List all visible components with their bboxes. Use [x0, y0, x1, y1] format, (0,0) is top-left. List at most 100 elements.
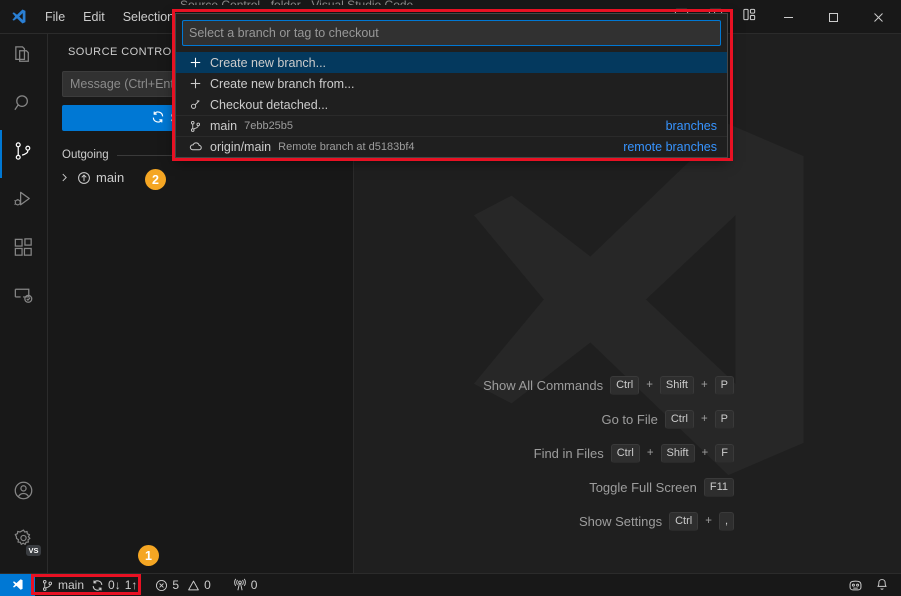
customize-layout-button[interactable] [734, 4, 764, 30]
kbd-key: Shift [660, 376, 694, 395]
vscode-logo-icon[interactable] [0, 0, 36, 34]
quick-pick-input[interactable]: Select a branch or tag to checkout [182, 20, 721, 46]
statusbar-ports-count: 0 [251, 578, 258, 592]
quickpick-item-group-branches[interactable]: branches [666, 119, 717, 133]
git-branch-icon [188, 120, 203, 133]
status-bar: main 0↓ 1↑ 5 [0, 573, 901, 596]
activitybar-accounts[interactable] [0, 469, 48, 517]
statusbar-remote-indicator[interactable] [0, 574, 35, 596]
git-commit-icon [188, 98, 203, 111]
watermark-label: Toggle Full Screen [589, 480, 697, 495]
statusbar-warning-count: 0 [204, 578, 211, 592]
editor-watermark: Show All Commands Ctrl + Shift + P Go to… [355, 374, 901, 532]
watermark-row: Go to File Ctrl + P [355, 408, 734, 430]
statusbar-outgoing-count: 1↑ [125, 578, 138, 592]
quickpick-item-create-new-branch[interactable]: Create new branch... [176, 52, 727, 73]
account-icon [12, 479, 35, 507]
window-minimize-button[interactable] [766, 0, 811, 34]
watermark-row: Show All Commands Ctrl + Shift + P [355, 374, 734, 396]
cloud-icon [188, 140, 203, 154]
window-maximize-button[interactable] [811, 0, 856, 34]
quickpick-item-label: Checkout detached... [210, 98, 328, 112]
arrow-circle-up-icon [77, 171, 91, 185]
watermark-row: Show Settings Ctrl + , [355, 510, 734, 532]
quickpick-item-origin-main[interactable]: origin/main Remote branch at d5183bf4 re… [176, 136, 727, 157]
kbd-key: P [715, 376, 734, 395]
annotation-badge-1: 1 [138, 545, 159, 566]
activity-bar: VS [0, 34, 48, 573]
menu-edit[interactable]: Edit [75, 5, 113, 29]
watermark-label: Go to File [601, 412, 657, 427]
statusbar-right-group [842, 574, 901, 596]
search-icon [12, 92, 35, 120]
outgoing-item-main[interactable]: main [48, 166, 353, 189]
quickpick-item-group-remote-branches[interactable]: remote branches [623, 140, 717, 154]
menubar: File Edit Selection [36, 0, 183, 34]
statusbar-notifications-button[interactable] [869, 574, 901, 596]
statusbar-incoming-count: 0↓ [108, 578, 121, 592]
kbd-plus: + [701, 413, 708, 425]
window-close-button[interactable] [856, 0, 901, 34]
quickpick-item-checkout-detached[interactable]: Checkout detached... [176, 94, 727, 115]
statusbar-ports-item[interactable]: 0 [227, 574, 264, 596]
sync-icon [151, 110, 165, 127]
watermark-label: Find in Files [534, 446, 604, 461]
activitybar-source-control[interactable] [0, 130, 48, 178]
chevron-right-icon[interactable] [56, 172, 72, 183]
annotation-badge-2: 2 [145, 169, 166, 190]
extensions-icon [12, 236, 35, 264]
source-control-icon [12, 140, 35, 168]
statusbar-problems-item[interactable]: 5 0 [149, 574, 216, 596]
quickpick-item-label: Create new branch from... [210, 77, 355, 91]
menu-file[interactable]: File [37, 5, 73, 29]
quickpick-item-label: origin/main [210, 140, 271, 154]
watermark-label: Show All Commands [483, 378, 603, 393]
kbd-plus: + [705, 515, 712, 527]
watermark-label: Show Settings [579, 514, 662, 529]
outgoing-item-label: main [96, 170, 124, 185]
quickpick-item-label: Create new branch... [210, 56, 326, 70]
quickpick-item-description: Remote branch at d5183bf4 [278, 141, 414, 153]
kbd-key: Ctrl [665, 410, 694, 429]
kbd-plus: + [701, 379, 708, 391]
kbd-key: F [715, 444, 734, 463]
settings-badge-vs: VS [26, 545, 40, 556]
window-title: Source Control - folder - Visual Studio … [180, 0, 640, 5]
remote-indicator-icon [11, 577, 25, 594]
bell-icon [875, 578, 889, 592]
statusbar-branch-label: main [58, 578, 84, 592]
quick-pick-branch-checkout: Select a branch or tag to checkout Creat… [175, 13, 728, 158]
statusbar-feedback-button[interactable] [842, 574, 869, 596]
quickpick-item-label: main [210, 119, 237, 133]
activitybar-search[interactable] [0, 82, 48, 130]
warning-icon [187, 579, 200, 592]
activitybar-run-debug[interactable] [0, 178, 48, 226]
quickpick-item-main[interactable]: main 7ebb25b5 branches [176, 115, 727, 136]
statusbar-error-count: 5 [172, 578, 179, 592]
plus-icon [188, 56, 203, 69]
vscode-window: File Edit Selection Source Control - fol… [0, 0, 901, 596]
quickpick-item-description: 7ebb25b5 [244, 120, 293, 132]
activitybar-extensions[interactable] [0, 226, 48, 274]
customize-layout-icon [742, 7, 757, 27]
kbd-key: Shift [661, 444, 695, 463]
kbd-key: , [719, 512, 734, 531]
menu-selection[interactable]: Selection [115, 5, 182, 29]
kbd-key: Ctrl [610, 376, 639, 395]
run-and-debug-icon [12, 188, 35, 216]
activitybar-settings[interactable]: VS [0, 517, 48, 565]
kbd-plus: + [646, 379, 653, 391]
kbd-key: F11 [704, 478, 734, 497]
feedback-smiley-icon [848, 578, 863, 593]
radio-tower-icon [233, 578, 247, 592]
statusbar-branch-item[interactable]: main 0↓ 1↑ [35, 574, 143, 596]
kbd-key: Ctrl [669, 512, 698, 531]
files-icon [12, 44, 35, 72]
remote-explorer-icon [12, 284, 35, 312]
activitybar-explorer[interactable] [0, 34, 48, 82]
watermark-row: Toggle Full Screen F11 [355, 476, 734, 498]
section-outgoing-label: Outgoing [62, 149, 109, 161]
activitybar-remote-explorer[interactable] [0, 274, 48, 322]
quickpick-item-create-new-branch-from[interactable]: Create new branch from... [176, 73, 727, 94]
kbd-key: Ctrl [611, 444, 640, 463]
